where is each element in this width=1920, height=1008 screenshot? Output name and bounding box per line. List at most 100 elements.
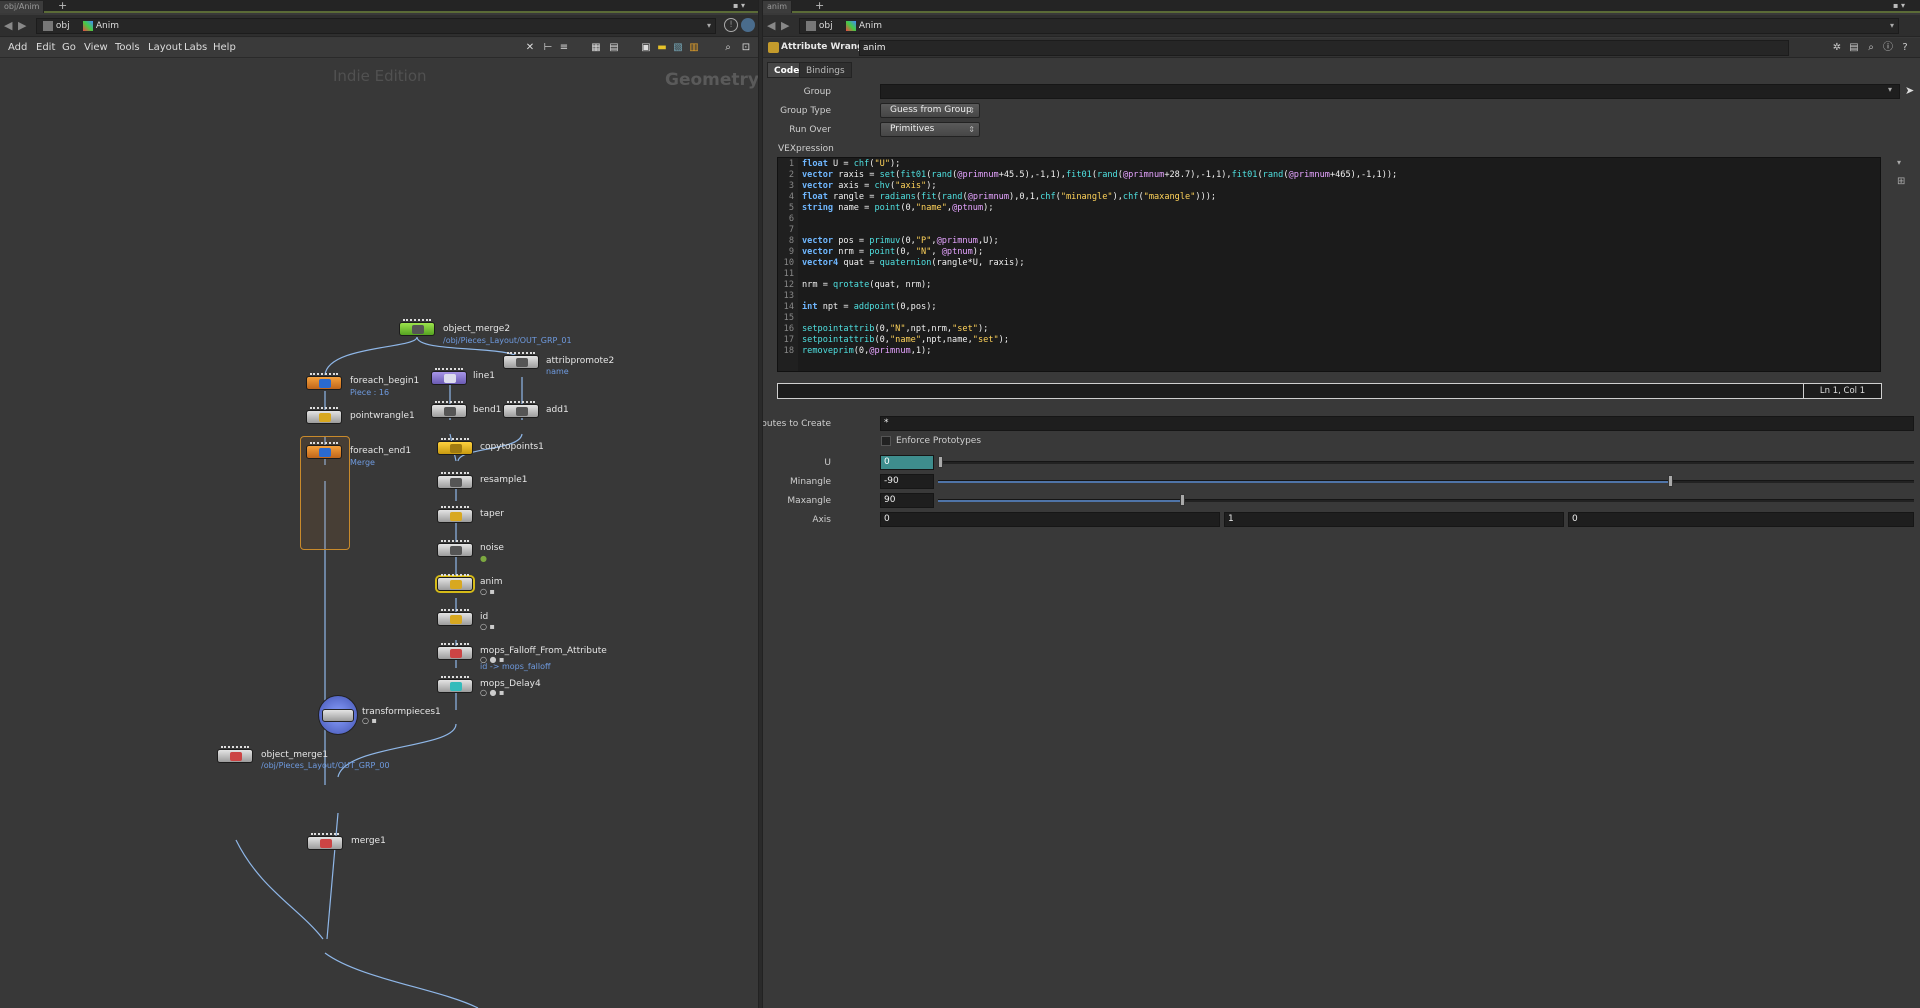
info-icon[interactable]: ⓘ [1882,42,1894,54]
editor-status-bar: Ln 1, Col 1 [777,383,1882,399]
gear-icon[interactable]: ✲ [1831,42,1843,54]
code-line: 9 vector nrm = point(0, "N", @ptnum); [788,247,984,257]
node-line1[interactable] [431,368,467,385]
node-copytopoints1[interactable] [437,438,473,455]
dots-icon[interactable]: ▥ [688,42,700,54]
u-label: U [824,458,831,468]
network-canvas[interactable]: Indie Edition Geometry object_merge2 /ob… [0,59,758,1008]
pane-menu-icon[interactable]: ▪ ▾ [1893,1,1905,10]
create-spare-params-icon[interactable]: ⊞ [1897,176,1905,187]
node-label: attribpromote2 [546,356,615,366]
globe-icon[interactable] [741,18,755,32]
select-arrow-icon[interactable]: ➤ [1905,84,1914,97]
code-line: 17 setpointattrib(0,"name",npt,name,"set"… [783,335,1009,345]
group-type-menu[interactable]: Guess from Group ⇕ [880,103,980,118]
path-segment-obj[interactable]: obj [43,19,70,33]
path-segment-anim[interactable]: Anim [846,19,882,33]
tab-network[interactable]: obj/Anim [0,1,45,13]
forward-arrow-icon[interactable]: ▶ [18,19,26,32]
path-field[interactable]: obj Anim ▾ [36,18,716,34]
path-field[interactable]: obj Anim ▾ [799,18,1899,34]
u-slider[interactable] [938,456,1914,468]
back-arrow-icon[interactable]: ◀ [767,19,775,32]
back-arrow-icon[interactable]: ◀ [4,19,12,32]
path-segment-obj[interactable]: obj [806,19,833,33]
node-sublabel: /obj/Pieces_Layout/OUT_GRP_00 [261,761,390,770]
node-anim[interactable] [437,574,473,591]
menu-layout[interactable]: Layout [148,42,182,53]
tab-bindings[interactable]: Bindings [799,62,852,78]
node-object-merge2[interactable] [399,319,435,336]
axis-y-field[interactable]: 1 [1224,512,1564,527]
node-foreach-end1[interactable] [306,442,342,459]
search-icon[interactable]: ⌕ [1865,42,1877,54]
node-mops-delay4[interactable] [437,676,473,693]
node-id[interactable] [437,609,473,626]
sticky-note-icon[interactable]: ▬ [656,42,668,54]
maxangle-slider[interactable] [938,494,1914,506]
axis-x-field[interactable]: 0 [880,512,1220,527]
maxangle-slider-handle[interactable] [1180,494,1185,506]
menu-edit[interactable]: Edit [36,42,55,53]
run-over-menu[interactable]: Primitives ⇕ [880,122,980,137]
node-add1[interactable] [503,401,539,418]
grid-icon[interactable]: ▦ [590,42,602,54]
image-icon[interactable]: ▧ [672,42,684,54]
node-noise[interactable] [437,540,473,557]
forward-arrow-icon[interactable]: ▶ [781,19,789,32]
network-box-icon[interactable]: ▣ [640,42,652,54]
node-resample1[interactable] [437,472,473,489]
help-page-icon[interactable]: ▤ [1848,42,1860,54]
vexpression-label: VEXpression [778,144,834,154]
menu-add[interactable]: Add [8,42,27,53]
network-menu-bar: Add Edit Go View Tools Layout Labs Help … [0,38,758,58]
menu-arrows-icon: ⇕ [968,125,975,134]
add-tab-icon[interactable]: + [58,0,67,12]
tab-parameters[interactable]: anim [763,1,792,13]
layout-icon[interactable]: ▤ [608,42,620,54]
help-icon[interactable]: ? [1899,42,1911,54]
axis-z-field[interactable]: 0 [1568,512,1914,527]
network-editor-pane: obj/Anim + ▪ ▾ ◀ ▶ obj Anim ▾ ! Add Edit… [0,0,758,1008]
snapshot-icon[interactable]: ⊡ [740,42,752,54]
node-pointwrangle1[interactable] [306,407,342,424]
node-mops-falloff[interactable] [437,643,473,660]
node-transformpieces1[interactable] [318,695,358,735]
tree-icon[interactable]: ⊢ [542,42,554,54]
node-taper[interactable] [437,506,473,523]
attribpromote-icon [516,358,528,367]
u-slider-handle[interactable] [938,456,943,468]
node-bend1[interactable] [431,401,467,418]
menu-go[interactable]: Go [62,42,76,53]
pane-menu-icon[interactable]: ▪ ▾ [733,1,745,10]
group-field[interactable] [880,84,1900,99]
enforce-prototypes-checkbox[interactable] [881,436,891,446]
vex-code-editor[interactable]: 1 float U = chf("U"); 2 vector raxis = set… [777,157,1881,372]
u-field[interactable]: 0 [880,455,934,470]
path-dropdown-icon[interactable]: ▾ [707,19,711,33]
minangle-slider-handle[interactable] [1668,475,1673,487]
wrench-icon[interactable]: ✕ [524,42,536,54]
menu-labs[interactable]: Labs [184,42,207,53]
node-foreach-begin1[interactable] [306,373,342,390]
info-icon[interactable]: ! [724,18,738,32]
node-merge1[interactable] [307,833,343,850]
mops-delay-icon [450,682,462,691]
list-icon[interactable]: ≡ [558,42,570,54]
menu-view[interactable]: View [84,42,108,53]
group-dropdown-icon[interactable]: ▾ [1888,85,1892,94]
add-tab-icon[interactable]: + [815,0,824,12]
minangle-field[interactable]: -90 [880,474,934,489]
code-dropdown-icon[interactable]: ▾ [1897,158,1901,167]
search-icon[interactable]: ⌕ [722,42,734,54]
attributes-to-create-field[interactable]: * [880,416,1914,431]
minangle-slider[interactable] [938,475,1914,487]
maxangle-field[interactable]: 90 [880,493,934,508]
menu-tools[interactable]: Tools [115,42,140,53]
menu-help[interactable]: Help [213,42,236,53]
node-object-merge1[interactable] [217,746,253,763]
node-name-field[interactable]: anim [859,40,1789,56]
node-attribpromote2[interactable] [503,352,539,369]
path-dropdown-icon[interactable]: ▾ [1890,19,1894,33]
path-segment-anim[interactable]: Anim [83,19,119,33]
